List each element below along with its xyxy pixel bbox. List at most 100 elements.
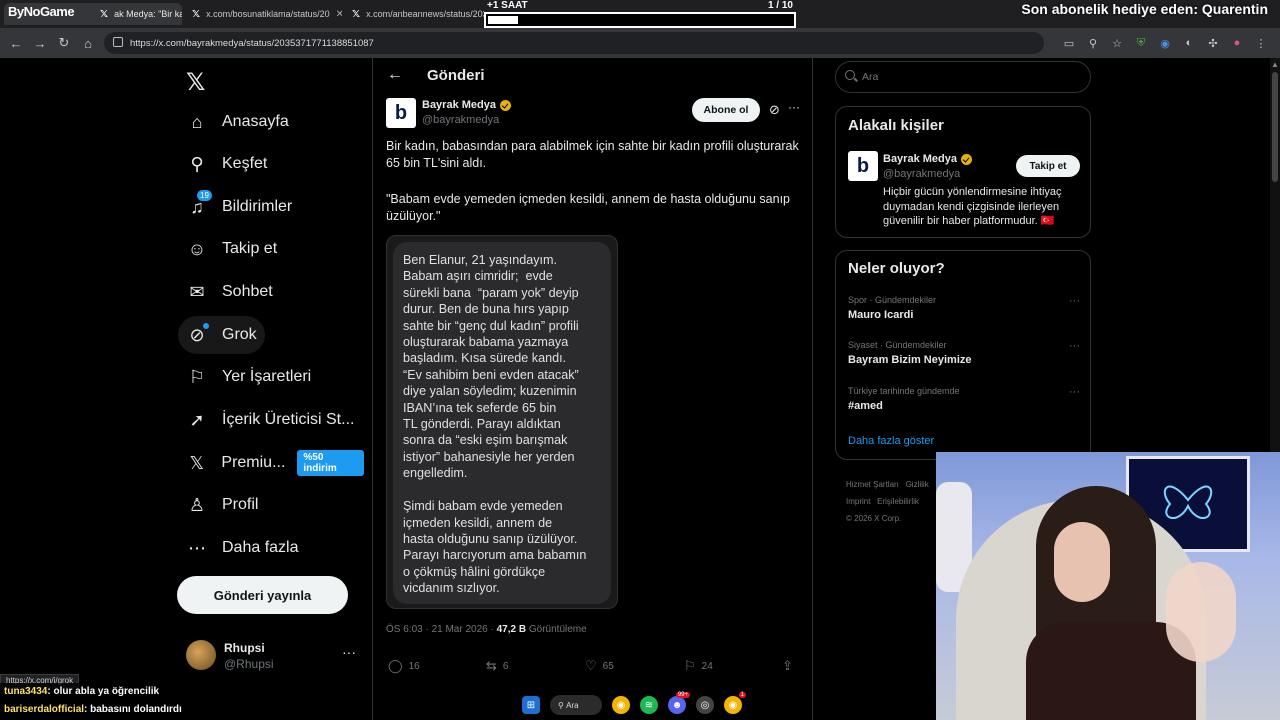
bookmark-count: 24 [701, 660, 713, 672]
like-button[interactable]: ♡ 65 [585, 658, 614, 674]
nav-item-notifications[interactable]: ♫ 19 Bildirimler [178, 188, 300, 226]
cast-icon[interactable]: ▭ [1060, 34, 1078, 52]
streamer-face [1054, 522, 1110, 602]
home-browser-icon[interactable]: ⌂ [76, 36, 100, 51]
back-arrow-icon[interactable]: ← [387, 66, 403, 84]
more-icon[interactable]: ··· [1069, 386, 1080, 398]
more-icon[interactable]: ··· [1069, 340, 1080, 352]
extension-icon[interactable]: ◐ [1180, 34, 1198, 52]
nav-label: Yer İşaretleri [222, 368, 312, 385]
windows-start-icon[interactable]: ⊞ [522, 696, 540, 714]
x-logo-icon[interactable]: 𝕏 [186, 68, 205, 97]
timer-count: 1 / 10 [767, 0, 793, 11]
more-icon[interactable]: ··· [342, 644, 356, 660]
x-icon: 𝕏 [189, 452, 204, 473]
url-field[interactable]: https://x.com/bayrakmedya/status/2035371… [104, 32, 1044, 54]
chrome-icon[interactable]: ◉ [612, 696, 630, 714]
post-image[interactable]: Ben Elanur, 21 yaşındayım. Babam aşırı c… [386, 235, 618, 609]
nav-item-more[interactable]: ⋯ Daha fazla [178, 529, 307, 567]
account-switcher[interactable]: Rhupsi @Rhupsi ··· [184, 638, 364, 674]
footer-link-privacy[interactable]: Gizlilik [906, 480, 929, 489]
chat-message: tuna3434 : olur abla ya öğrencilik [0, 683, 164, 700]
footer-link-imprint[interactable]: Imprint [846, 497, 870, 506]
nav-item-explore[interactable]: ⚲ Keşfet [178, 145, 275, 183]
bookmark-button[interactable]: ⚐ 24 [684, 658, 713, 674]
search-placeholder: Ara [862, 71, 879, 83]
premium-discount-badge: %50 indirim [297, 450, 364, 476]
avatar [186, 640, 216, 670]
nav-item-premium[interactable]: 𝕏 Premiu... %50 indirim [178, 444, 372, 482]
taskbar-search[interactable]: ⚲ Ara [550, 695, 602, 715]
grok-icon[interactable]: ⊘ [769, 102, 780, 118]
show-more-link[interactable]: Daha fazla göster [848, 435, 934, 447]
puzzle-icon[interactable]: ✣ [1204, 34, 1222, 52]
repost-button[interactable]: ⇆ 6 [486, 658, 508, 674]
person-add-icon: ☺ [187, 238, 207, 259]
translate-extension-icon[interactable]: ◉ [1156, 34, 1174, 52]
author-avatar[interactable]: b [386, 98, 416, 128]
more-icon[interactable]: ··· [788, 100, 800, 114]
trends-title: Neler oluyor? [848, 260, 945, 277]
spotify-icon[interactable]: ≋ [640, 696, 658, 714]
related-name-row[interactable]: Bayrak Medya [883, 153, 972, 165]
nav-item-grok[interactable]: ⊘ Grok [178, 316, 265, 354]
nav-label: Daha fazla [222, 539, 299, 556]
grok-icon: ⊘ [186, 323, 209, 346]
related-avatar[interactable]: b [848, 151, 878, 181]
trend-item[interactable]: Siyaset · Gündemdekiler Bayram Bizim Ney… [848, 340, 1080, 366]
back-icon[interactable]: ← [4, 36, 28, 51]
nav-item-bookmarks[interactable]: ⚐ Yer İşaretleri [178, 358, 319, 396]
nav-label: Anasayfa [222, 113, 289, 130]
tab-title: ak Medya: "Bir ka [114, 9, 182, 19]
post-timestamp[interactable]: ÖS 6:03 · 21 Mar 2026 · [386, 624, 497, 635]
follow-button[interactable]: Takip et [1016, 155, 1080, 177]
menu-icon[interactable]: ⋮ [1252, 34, 1270, 52]
shield-extension-icon[interactable]: ⛨ [1132, 34, 1150, 52]
author-name-row[interactable]: Bayrak Medya [422, 99, 511, 111]
home-icon: ⌂ [191, 111, 203, 132]
related-name: Bayrak Medya [883, 153, 957, 165]
post-actions: ◯ 16 ⇆ 6 ♡ 65 ⚐ 24 ⇪ [373, 658, 812, 680]
nav-item-home[interactable]: ⌂ Anasayfa [178, 103, 297, 141]
post-author: b Bayrak Medya @bayrakmedya Abone ol ⊘ ·… [386, 98, 801, 134]
page-title: Gönderi [427, 67, 485, 84]
nav-item-messages[interactable]: ✉ Sohbet [178, 273, 281, 311]
footer-link-accessibility[interactable]: Erişilebilirlik [877, 497, 919, 506]
obs-icon[interactable]: ◎ [696, 696, 714, 714]
reply-button[interactable]: ◯ 16 [388, 658, 420, 674]
trend-item[interactable]: Spor · Gündemdekiler Mauro Icardi ··· [848, 295, 1080, 321]
more-icon[interactable]: ··· [1069, 295, 1080, 307]
browser-tab[interactable]: 𝕏 x.com/anbeannews/status/203 [344, 3, 484, 25]
forward-icon[interactable]: → [28, 36, 52, 51]
tab-close-icon[interactable]: ✕ [330, 9, 342, 20]
post-button[interactable]: Gönderi yayınla [177, 576, 348, 614]
chrome-active-icon[interactable]: ◉ 1 [724, 692, 746, 714]
zoom-icon[interactable]: ⚲ [1084, 34, 1102, 52]
nav-item-profile[interactable]: ♙ Profil [178, 486, 266, 524]
nav-label: Bildirimler [222, 198, 293, 215]
profile-avatar-icon[interactable]: ● [1228, 34, 1246, 52]
scrollbar-thumb[interactable] [1272, 72, 1278, 182]
timer-progress-bar [484, 12, 796, 28]
search-input[interactable]: Ara [835, 61, 1091, 93]
author-handle[interactable]: @bayrakmedya [422, 114, 499, 126]
related-handle[interactable]: @bayrakmedya [883, 168, 960, 180]
verified-badge-icon [961, 153, 972, 165]
site-info-icon[interactable] [113, 37, 123, 47]
author-name: Bayrak Medya [422, 99, 496, 111]
trend-category: Türkiye tarihinde gündemde [848, 386, 960, 396]
discord-icon[interactable]: ☻ 99+ [668, 692, 690, 714]
copyright: © 2026 X Corp. [846, 514, 902, 523]
star-icon[interactable]: ☆ [1108, 34, 1126, 52]
reload-icon[interactable]: ↻ [52, 35, 76, 51]
verified-badge-icon [500, 99, 511, 111]
share-button[interactable]: ⇪ [782, 658, 799, 674]
scroll-up-icon[interactable]: ▲ [1271, 60, 1279, 69]
nav-item-follow[interactable]: ☺ Takip et [178, 230, 285, 268]
footer-link-terms[interactable]: Hizmet Şartları [846, 480, 899, 489]
timer-progress-fill [488, 16, 519, 24]
nav-item-creator-studio[interactable]: ➚ İçerik Üreticisi St... [178, 401, 362, 439]
trend-item[interactable]: Türkiye tarihinde gündemde #amed ··· [848, 386, 1080, 412]
browser-tab[interactable]: 𝕏 x.com/bosunatiklama/status/20 ✕ [184, 3, 342, 25]
subscribe-button[interactable]: Abone ol [692, 98, 760, 122]
